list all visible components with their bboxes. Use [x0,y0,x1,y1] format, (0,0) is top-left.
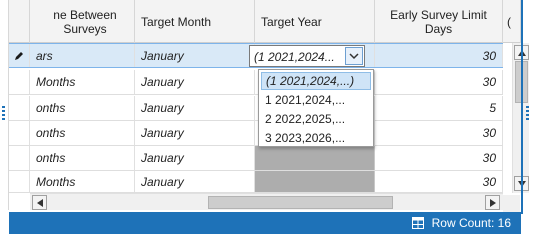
cell-time-between-surveys[interactable]: onths [30,96,135,120]
panel-border [521,0,523,214]
right-resize-grip[interactable] [526,106,529,122]
table-row[interactable]: Months January 30 [9,171,503,193]
cell-target-month[interactable]: January [135,96,255,120]
cell-target-year[interactable] [255,146,375,170]
chevron-down-icon [349,52,359,59]
cell-time-between-surveys[interactable]: ars [30,44,135,67]
cell-target-month[interactable]: January [135,121,255,145]
column-header-truncated[interactable]: ( [503,0,521,43]
cell-target-month[interactable]: January [135,146,255,170]
row-indicator [9,44,30,67]
dropdown-option[interactable]: 2 2022,2025,... [261,110,371,128]
column-header-target-year[interactable]: Target Year [255,0,375,43]
cell-early-survey-limit-days[interactable]: 5 [375,96,503,120]
row-indicator [9,146,30,170]
cell-early-survey-limit-days[interactable]: 30 [375,146,503,170]
cell-target-month[interactable]: January [135,70,255,94]
combobox-dropdown-button[interactable] [345,47,363,65]
cell-early-survey-limit-days[interactable]: 30 [375,121,503,145]
grid-window: ne Between Surveys Target Month Target Y… [0,0,548,238]
column-header-time-between-surveys[interactable]: ne Between Surveys [30,0,135,43]
table-row[interactable]: onths January 30 [9,146,503,171]
horizontal-scrollbar[interactable] [30,193,503,210]
row-indicator-header [9,0,30,43]
cell-target-month[interactable]: January [135,44,255,67]
status-bar: Row Count: 16 [9,212,521,234]
target-year-dropdown-list: (1 2021,2024,...) 1 2021,2024,... 2 2022… [258,69,374,147]
column-header-early-survey-limit-days[interactable]: Early Survey Limit Days [375,0,503,43]
table-row[interactable]: onths January 30 [9,121,503,146]
target-year-combobox[interactable]: (1 2021,2024... [249,45,365,67]
cell-time-between-surveys[interactable]: Months [30,70,135,94]
table-row[interactable]: Months January 30 [9,70,503,95]
row-indicator [9,121,30,145]
pencil-icon [15,51,23,60]
dropdown-option[interactable]: 3 2023,2026,... [261,129,371,147]
cell-target-year[interactable] [255,171,375,192]
cell-early-survey-limit-days[interactable]: 30 [375,70,503,94]
row-indicator [9,96,30,120]
grid-icon [411,217,424,229]
left-panel-edge [0,0,9,210]
cell-time-between-surveys[interactable]: onths [30,146,135,170]
dropdown-option[interactable]: (1 2021,2024,...) [261,72,371,90]
combobox-value: (1 2021,2024... [254,50,335,64]
cell-target-month[interactable]: January [135,171,255,192]
scroll-left-button[interactable] [32,195,47,210]
horizontal-scroll-thumb[interactable] [208,196,393,209]
row-indicator [9,171,30,192]
table-row[interactable]: onths January 5 [9,96,503,121]
cell-early-survey-limit-days[interactable]: 30 [375,171,503,192]
triangle-right-icon [489,198,496,207]
cell-time-between-surveys[interactable]: Months [30,171,135,192]
column-header-target-month[interactable]: Target Month [135,0,255,43]
grid-header: ne Between Surveys Target Month Target Y… [9,0,521,43]
cell-early-survey-limit-days[interactable]: 30 [375,44,503,67]
scroll-right-button[interactable] [485,195,500,210]
cell-time-between-surveys[interactable]: onths [30,121,135,145]
row-indicator [9,70,30,94]
triangle-left-icon [36,198,43,207]
row-count-label: Row Count: 16 [431,216,511,230]
dropdown-option[interactable]: 1 2021,2024,... [261,91,371,109]
left-resize-grip[interactable] [2,106,5,122]
scrollbar-corner [503,195,520,212]
